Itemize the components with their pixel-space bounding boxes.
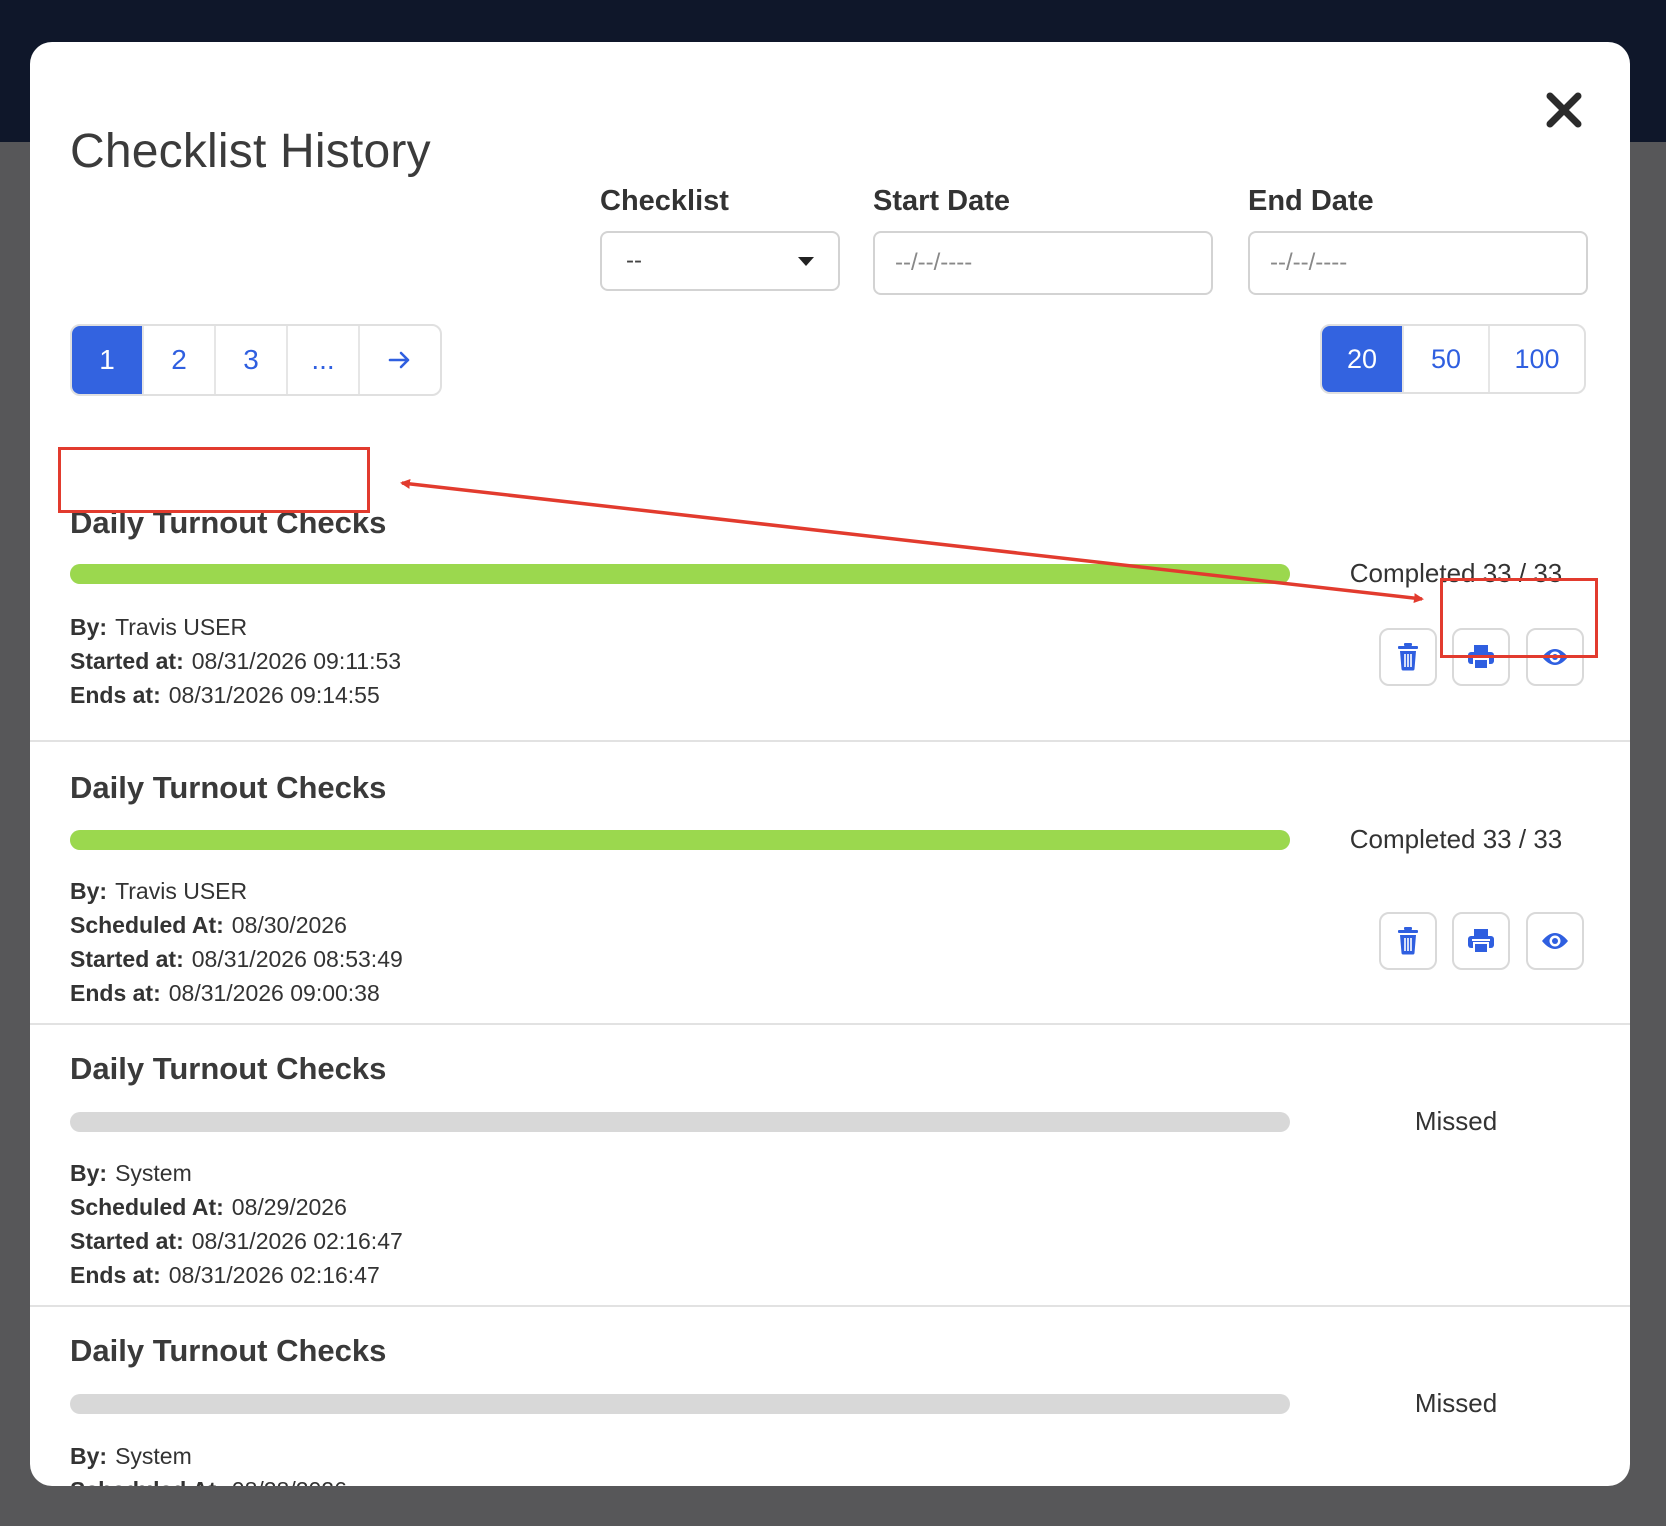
- annotation-arrow: [400, 478, 1424, 604]
- checklist-history-modal: Checklist History Checklist -- Start Dat…: [30, 42, 1630, 1486]
